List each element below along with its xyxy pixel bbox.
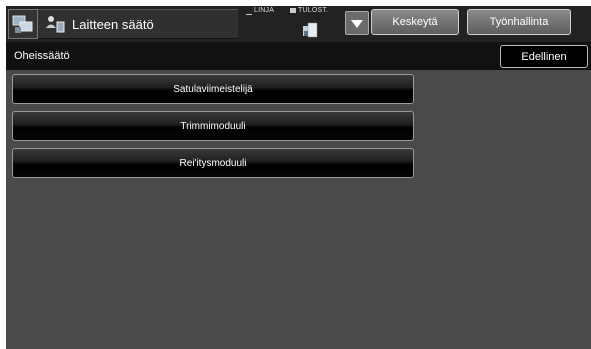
screen-title-box: Laitteen säätö [38,9,238,39]
screen-title: Laitteen säätö [72,16,154,32]
print-status-label: TULOST. [298,7,329,14]
user-settings-icon [42,13,68,35]
menu-item-punch-module[interactable]: Rei'itysmoduuli [12,148,414,178]
menu-item-saddle-finisher[interactable]: Satulaviimeistelijä [12,74,414,104]
page-title: Oheissäätö [14,50,70,62]
print-status-indicator [290,8,296,13]
back-button[interactable]: Edellinen [500,45,588,68]
machine-settings-icon[interactable] [8,9,38,39]
job-status-button[interactable]: Työnhallinta [467,9,571,35]
line-status-indicator [246,9,252,15]
printer-icon [302,22,318,38]
sub-header: Oheissäätö Edellinen [6,42,591,70]
dropdown-arrow-button[interactable] [345,11,369,35]
top-bar: Laitteen säätö LINJA TULOST. Keskeytä Ty… [6,6,591,42]
stop-button[interactable]: Keskeytä [371,9,459,35]
line-status-label: LINJA [254,7,275,14]
device-screen: Laitteen säätö LINJA TULOST. Keskeytä Ty… [6,6,591,349]
menu-item-trimmer-module[interactable]: Trimmimoduuli [12,111,414,141]
